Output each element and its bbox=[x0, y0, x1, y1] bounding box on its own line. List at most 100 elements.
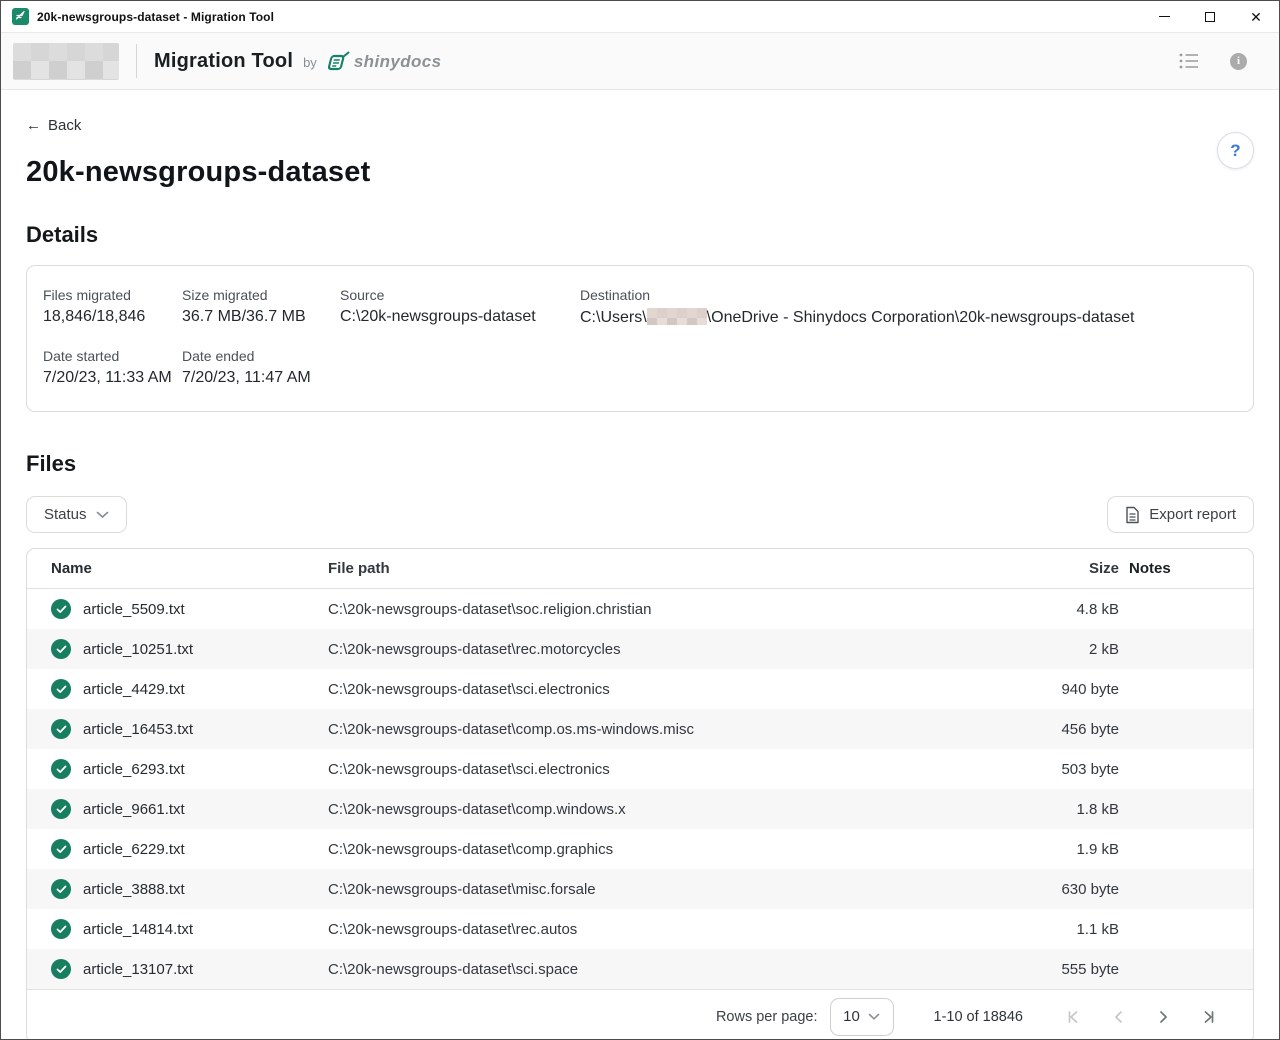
maximize-button[interactable] bbox=[1187, 1, 1233, 32]
field-value: 18,846/18,846 bbox=[43, 308, 182, 326]
field-label: Destination bbox=[580, 287, 1237, 303]
help-button[interactable]: ? bbox=[1217, 132, 1254, 169]
next-page-button[interactable] bbox=[1155, 1008, 1172, 1025]
status-filter-label: Status bbox=[44, 506, 87, 523]
column-header-name: Name bbox=[51, 560, 328, 577]
field-destination: Destination C:\Users\ \OneDrive - Shinydo… bbox=[580, 287, 1237, 327]
success-check-icon bbox=[51, 879, 71, 899]
file-name: article_6293.txt bbox=[83, 761, 185, 778]
app-header: Migration Tool by shinydocs i bbox=[1, 32, 1279, 90]
field-value: 36.7 MB/36.7 MB bbox=[182, 308, 340, 326]
field-files-migrated: Files migrated 18,846/18,846 bbox=[43, 287, 182, 327]
info-icon: i bbox=[1230, 53, 1247, 70]
chevron-down-icon bbox=[96, 511, 109, 519]
window-title: 20k-newsgroups-dataset - Migration Tool bbox=[37, 10, 274, 24]
header-actions: i bbox=[1179, 52, 1279, 70]
minimize-icon bbox=[1159, 16, 1170, 17]
by-label: by bbox=[303, 55, 317, 70]
document-icon bbox=[1125, 506, 1140, 524]
file-size-cell: 555 byte bbox=[1007, 961, 1129, 978]
rows-per-page-select[interactable]: 10 bbox=[830, 998, 894, 1036]
success-check-icon bbox=[51, 799, 71, 819]
file-name: article_4429.txt bbox=[83, 681, 185, 698]
field-size-migrated: Size migrated 36.7 MB/36.7 MB bbox=[182, 287, 340, 327]
table-row: article_6229.txt C:\20k-newsgroups-datase… bbox=[27, 829, 1253, 869]
rows-per-page-label: Rows per page: bbox=[716, 1009, 818, 1025]
back-link[interactable]: ← Back bbox=[26, 117, 81, 134]
field-value: 7/20/23, 11:33 AM bbox=[43, 369, 182, 387]
field-value: C:\20k-newsgroups-dataset bbox=[340, 308, 580, 326]
file-name-cell: article_4429.txt bbox=[51, 679, 328, 699]
field-label: Source bbox=[340, 287, 580, 303]
success-check-icon bbox=[51, 599, 71, 619]
field-value: C:\Users\ \OneDrive - Shinydocs Corporati… bbox=[580, 308, 1237, 327]
rows-per-page-value: 10 bbox=[843, 1008, 860, 1025]
username-redacted bbox=[647, 308, 707, 325]
last-page-button[interactable] bbox=[1200, 1008, 1217, 1025]
activity-list-icon bbox=[1179, 52, 1200, 70]
table-row: article_3888.txtC:\20k-newsgroups-datase… bbox=[27, 869, 1253, 909]
company-logo-redacted bbox=[13, 43, 119, 80]
table-row: article_4429.txt C:\20k-newsgroups-datase… bbox=[27, 669, 1253, 709]
details-card: Files migrated 18,846/18,846 Size migrat… bbox=[26, 265, 1254, 412]
activity-list-button[interactable] bbox=[1179, 52, 1200, 70]
shinydocs-logo-icon bbox=[326, 51, 350, 73]
field-label: Size migrated bbox=[182, 287, 340, 303]
success-check-icon bbox=[51, 639, 71, 659]
file-path-cell: C:\20k-newsgroups-dataset\sci.space bbox=[328, 961, 1007, 978]
files-controls: Status Export report bbox=[26, 496, 1254, 533]
file-name-cell: article_16453.txt bbox=[51, 719, 328, 739]
info-button[interactable]: i bbox=[1230, 53, 1247, 70]
details-heading: Details bbox=[26, 222, 1254, 248]
file-name: article_6229.txt bbox=[83, 841, 185, 858]
success-check-icon bbox=[51, 679, 71, 699]
column-header-size: Size bbox=[1007, 560, 1129, 577]
destination-prefix: C:\Users\ bbox=[580, 309, 647, 326]
close-button[interactable]: ✕ bbox=[1233, 1, 1279, 32]
file-size-cell: 1.8 kB bbox=[1007, 801, 1129, 818]
app-title: Migration Tool bbox=[154, 50, 293, 73]
file-name: article_14814.txt bbox=[83, 921, 193, 938]
previous-page-button[interactable] bbox=[1110, 1008, 1127, 1025]
title-bar: 20k-newsgroups-dataset - Migration Tool … bbox=[1, 1, 1279, 32]
first-page-button[interactable] bbox=[1065, 1008, 1082, 1025]
field-date-started: Date started 7/20/23, 11:33 AM bbox=[43, 348, 182, 387]
file-size-cell: 1.1 kB bbox=[1007, 921, 1129, 938]
file-name: article_10251.txt bbox=[83, 641, 193, 658]
file-path-cell: C:\20k-newsgroups-dataset\misc.forsale bbox=[328, 881, 1007, 898]
file-name-cell: article_6293.txt bbox=[51, 759, 328, 779]
file-path-cell: C:\20k-newsgroups-dataset\sci.electronic… bbox=[328, 681, 1007, 698]
files-heading: Files bbox=[26, 451, 1254, 477]
status-filter-dropdown[interactable]: Status bbox=[26, 496, 127, 533]
main-content: ←Back ? 20k-newsgroups-dataset Details F… bbox=[1, 90, 1279, 1040]
file-name-cell: article_9661.txt bbox=[51, 799, 328, 819]
file-size-cell: 2 kB bbox=[1007, 641, 1129, 658]
minimize-button[interactable] bbox=[1141, 1, 1187, 32]
file-name-cell: article_10251.txt bbox=[51, 639, 328, 659]
file-name-cell: article_14814.txt bbox=[51, 919, 328, 939]
file-path-cell: C:\20k-newsgroups-dataset\rec.autos bbox=[328, 921, 1007, 938]
chevron-left-icon bbox=[1113, 1010, 1124, 1024]
back-arrow-icon: ← bbox=[26, 117, 41, 134]
file-path-cell: C:\20k-newsgroups-dataset\comp.windows.x bbox=[328, 801, 1007, 818]
back-label: Back bbox=[48, 117, 81, 134]
success-check-icon bbox=[51, 839, 71, 859]
export-report-button[interactable]: Export report bbox=[1107, 496, 1254, 533]
file-name-cell: article_13107.txt bbox=[51, 959, 328, 979]
file-name: article_13107.txt bbox=[83, 961, 193, 978]
pagination-range: 1-10 of 18846 bbox=[934, 1009, 1024, 1025]
file-path-cell: C:\20k-newsgroups-dataset\rec.motorcycle… bbox=[328, 641, 1007, 658]
file-size-cell: 4.8 kB bbox=[1007, 601, 1129, 618]
file-path-cell: C:\20k-newsgroups-dataset\comp.graphics bbox=[328, 841, 1007, 858]
file-name-cell: article_5509.txt bbox=[51, 599, 328, 619]
file-name-cell: article_6229.txt bbox=[51, 839, 328, 859]
shinydocs-wordmark: shinydocs bbox=[354, 52, 442, 72]
file-name-cell: article_3888.txt bbox=[51, 879, 328, 899]
pager-buttons bbox=[1065, 1008, 1217, 1025]
file-size-cell: 940 byte bbox=[1007, 681, 1129, 698]
help-question-icon: ? bbox=[1230, 141, 1240, 161]
file-size-cell: 503 byte bbox=[1007, 761, 1129, 778]
table-row: article_6293.txtC:\20k-newsgroups-datase… bbox=[27, 749, 1253, 789]
last-page-icon bbox=[1201, 1010, 1216, 1024]
destination-suffix: \OneDrive - Shinydocs Corporation\20k-ne… bbox=[707, 309, 1135, 326]
